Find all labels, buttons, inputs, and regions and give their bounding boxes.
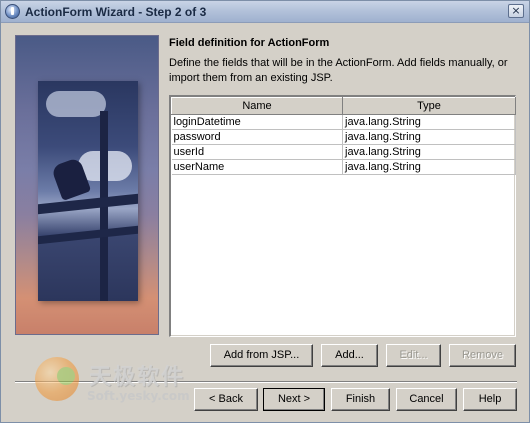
field-type-cell[interactable]: java.lang.String <box>342 159 516 175</box>
help-button[interactable]: Help <box>463 388 517 411</box>
table-row[interactable]: userName java.lang.String <box>171 159 516 175</box>
close-button[interactable]: × <box>508 4 524 18</box>
wizard-side-image <box>15 35 159 335</box>
field-name-cell[interactable]: userName <box>171 159 343 175</box>
cancel-button[interactable]: Cancel <box>396 388 457 411</box>
wizard-window: ActionForm Wizard - Step 2 of 3 × Field … <box>0 0 530 423</box>
watermark-logo-icon <box>35 357 79 401</box>
field-name-cell[interactable]: password <box>171 129 343 145</box>
field-type-cell[interactable]: java.lang.String <box>342 129 516 145</box>
edit-button[interactable]: Edit... <box>386 344 441 367</box>
watermark-url: Soft.yesky.com <box>87 389 190 403</box>
button-divider <box>15 381 517 383</box>
table-row[interactable]: loginDatetime java.lang.String <box>171 114 516 130</box>
watermark: 天极软件 Soft.yesky.com <box>31 353 201 417</box>
window-title: ActionForm Wizard - Step 2 of 3 <box>25 5 207 19</box>
table-row[interactable]: userId java.lang.String <box>171 144 516 160</box>
column-header-name[interactable]: Name <box>171 97 343 115</box>
field-type-cell[interactable]: java.lang.String <box>342 144 516 160</box>
add-button[interactable]: Add... <box>321 344 378 367</box>
title-bar[interactable]: ActionForm Wizard - Step 2 of 3 × <box>1 1 529 23</box>
fields-table-container[interactable]: Name Type loginDatetime java.lang.String… <box>169 95 516 337</box>
fields-table[interactable]: Name Type loginDatetime java.lang.String… <box>171 97 516 175</box>
table-header-row: Name Type <box>171 97 516 115</box>
field-name-cell[interactable]: userId <box>171 144 343 160</box>
add-from-jsp-button[interactable]: Add from JSP... <box>210 344 313 367</box>
next-button[interactable]: Next > <box>263 388 325 411</box>
app-icon <box>5 4 20 19</box>
watermark-chinese-text: 天极软件 <box>89 365 186 390</box>
remove-button[interactable]: Remove <box>449 344 516 367</box>
back-button[interactable]: < Back <box>194 388 258 411</box>
construction-photo <box>38 81 138 301</box>
table-row[interactable]: password java.lang.String <box>171 129 516 145</box>
page-heading: Field definition for ActionForm <box>169 37 330 49</box>
field-name-cell[interactable]: loginDatetime <box>171 114 343 130</box>
finish-button[interactable]: Finish <box>331 388 390 411</box>
field-type-cell[interactable]: java.lang.String <box>342 114 516 130</box>
column-header-type[interactable]: Type <box>342 97 516 115</box>
page-description: Define the fields that will be in the Ac… <box>169 57 508 84</box>
